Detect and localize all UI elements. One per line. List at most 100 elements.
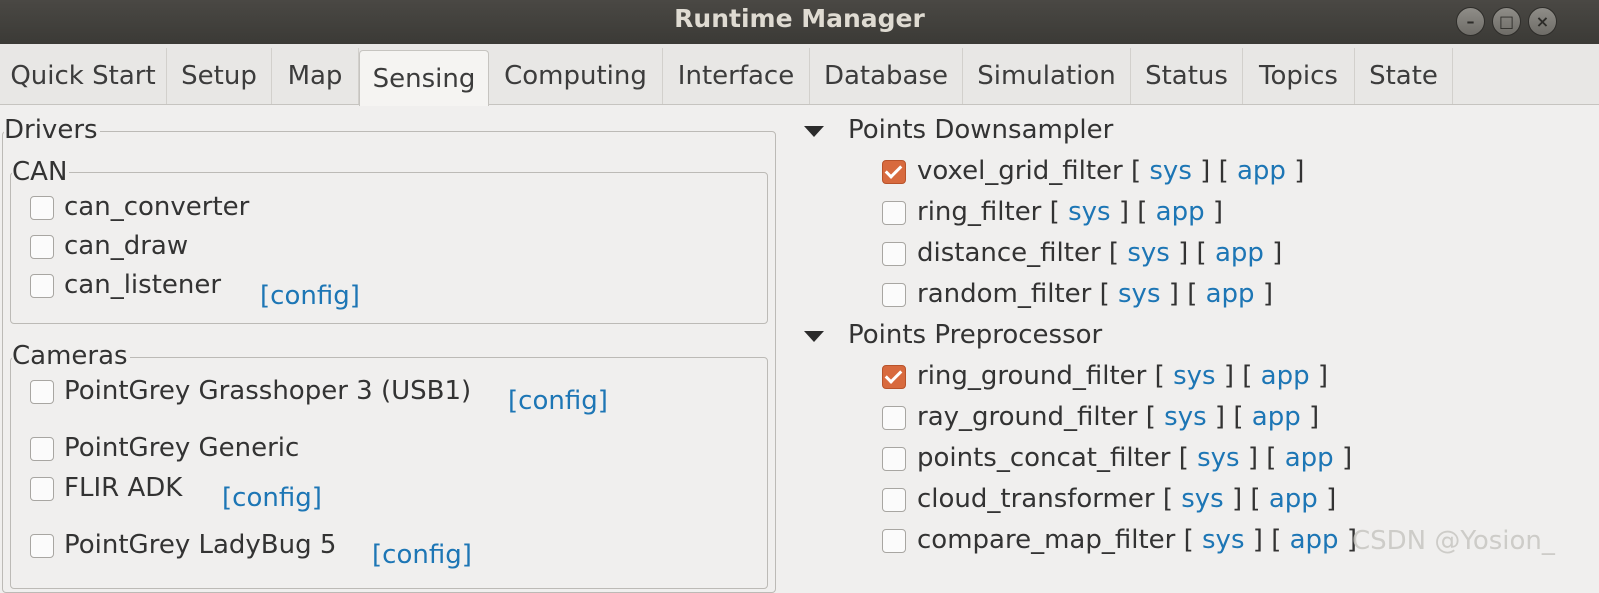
ring-filter-checkbox[interactable] [882, 201, 906, 225]
bracket: ] [1252, 525, 1263, 555]
bracket: ] [1178, 238, 1189, 268]
can-converter-checkbox[interactable] [30, 196, 54, 220]
tab-sensing[interactable]: Sensing [359, 50, 489, 106]
bracket: ] [1317, 361, 1329, 391]
bracket: ] [1308, 402, 1320, 432]
ring-filter-row: ring_filter [ sys ] [ app ] [917, 197, 1223, 227]
distance-filter-label: distance_filter [917, 238, 1101, 268]
random-filter-app-link[interactable]: app [1206, 279, 1255, 309]
compare-map-filter-label: compare_map_filter [917, 525, 1176, 555]
bracket: ] [1341, 443, 1353, 473]
close-icon[interactable]: × [1528, 7, 1557, 36]
bracket: [ [1154, 361, 1165, 391]
distance-filter-app-link[interactable]: app [1215, 238, 1264, 268]
bracket: [ [1187, 279, 1198, 309]
pointgrey-ladybug-label: PointGrey LadyBug 5 [64, 530, 337, 560]
bracket: ] [1232, 484, 1243, 514]
bracket: [ [1108, 238, 1120, 268]
ring-filter-sys-link[interactable]: sys [1068, 197, 1110, 227]
bracket: ] [1168, 279, 1179, 309]
compare-map-filter-checkbox[interactable] [882, 529, 906, 553]
bracket: [ [1183, 525, 1194, 555]
bracket: [ [1218, 156, 1229, 186]
cloud-transformer-checkbox[interactable] [882, 488, 906, 512]
compare-map-filter-row: compare_map_filter [ sys ] [ app ] [917, 525, 1357, 555]
points-concat-filter-checkbox[interactable] [882, 447, 906, 471]
pointgrey-generic-checkbox[interactable] [30, 437, 54, 461]
points-concat-filter-sys-link[interactable]: sys [1197, 443, 1239, 473]
tab-state[interactable]: State [1355, 48, 1453, 104]
tab-database[interactable]: Database [810, 48, 963, 104]
tab-quick-start[interactable]: Quick Start [0, 48, 167, 104]
ray-ground-filter-sys-link[interactable]: sys [1164, 402, 1206, 432]
tab-setup[interactable]: Setup [167, 48, 272, 104]
points-concat-filter-app-link[interactable]: app [1285, 443, 1334, 473]
cloud-transformer-label: cloud_transformer [917, 484, 1155, 514]
bracket: [ [1178, 443, 1189, 473]
tab-topics[interactable]: Topics [1243, 48, 1355, 104]
distance-filter-checkbox[interactable] [882, 242, 906, 266]
ring-ground-filter-row: ring_ground_filter [ sys ] [ app ] [917, 361, 1328, 391]
flir-adk-checkbox[interactable] [30, 477, 54, 501]
random-filter-checkbox[interactable] [882, 283, 906, 307]
distance-filter-sys-link[interactable]: sys [1127, 238, 1169, 268]
can-label: CAN [12, 157, 70, 187]
ring-ground-filter-checkbox[interactable] [882, 365, 906, 389]
voxel-grid-filter-label: voxel_grid_filter [917, 156, 1123, 186]
ring-filter-app-link[interactable]: app [1156, 197, 1205, 227]
points-concat-filter-row: points_concat_filter [ sys ] [ app ] [917, 443, 1352, 473]
can-listener-label: can_listener [64, 270, 222, 300]
maximize-icon[interactable]: □ [1492, 7, 1521, 36]
can-listener-checkbox[interactable] [30, 274, 54, 298]
points-concat-filter-label: points_concat_filter [917, 443, 1171, 473]
voxel-grid-filter-checkbox[interactable] [882, 160, 906, 184]
tab-interface[interactable]: Interface [663, 48, 810, 104]
minimize-icon[interactable]: – [1456, 7, 1485, 36]
ray-ground-filter-label: ray_ground_filter [917, 402, 1138, 432]
tab-simulation[interactable]: Simulation [963, 48, 1131, 104]
voxel-grid-filter-sys-link[interactable]: sys [1149, 156, 1191, 186]
bracket: [ [1099, 279, 1110, 309]
bracket: [ [1196, 238, 1207, 268]
flir-adk-config-link[interactable]: [config] [222, 483, 322, 513]
ray-ground-filter-app-link[interactable]: app [1252, 402, 1301, 432]
voxel-grid-filter-app-link[interactable]: app [1237, 156, 1286, 186]
pointgrey-grasshoper-config-link[interactable]: [config] [508, 386, 608, 416]
bracket: ] [1214, 402, 1226, 432]
bracket: [ [1250, 484, 1261, 514]
pointgrey-grasshoper-label: PointGrey Grasshoper 3 (USB1) [64, 376, 472, 406]
downsampler-title: Points Downsampler [848, 115, 1114, 145]
bracket: [ [1137, 197, 1148, 227]
downsampler-expand-icon[interactable] [804, 126, 824, 137]
bracket: [ [1242, 361, 1253, 391]
cloud-transformer-app-link[interactable]: app [1269, 484, 1318, 514]
pointgrey-grasshoper-checkbox[interactable] [30, 380, 54, 404]
can-listener-config-link[interactable]: [config] [260, 281, 360, 311]
bracket: [ [1233, 402, 1244, 432]
tab-map[interactable]: Map [272, 48, 359, 104]
random-filter-sys-link[interactable]: sys [1118, 279, 1160, 309]
preprocessor-expand-icon[interactable] [804, 331, 824, 342]
cloud-transformer-sys-link[interactable]: sys [1181, 484, 1223, 514]
bracket: ] [1294, 156, 1305, 186]
ring-ground-filter-sys-link[interactable]: sys [1173, 361, 1215, 391]
tab-status[interactable]: Status [1131, 48, 1243, 104]
bracket: ] [1272, 238, 1283, 268]
ray-ground-filter-checkbox[interactable] [882, 406, 906, 430]
can-draw-label: can_draw [64, 231, 189, 261]
compare-map-filter-sys-link[interactable]: sys [1202, 525, 1244, 555]
ring-ground-filter-app-link[interactable]: app [1261, 361, 1310, 391]
bracket: [ [1049, 197, 1060, 227]
cameras-label: Cameras [12, 341, 130, 371]
pointgrey-ladybug-checkbox[interactable] [30, 534, 54, 558]
cloud-transformer-row: cloud_transformer [ sys ] [ app ] [917, 484, 1336, 514]
flir-adk-label: FLIR ADK [64, 473, 183, 503]
bracket: [ [1271, 525, 1282, 555]
tab-computing[interactable]: Computing [489, 48, 663, 104]
pointgrey-generic-label: PointGrey Generic [64, 433, 300, 463]
can-draw-checkbox[interactable] [30, 235, 54, 259]
compare-map-filter-app-link[interactable]: app [1290, 525, 1339, 555]
drivers-label: Drivers [4, 115, 100, 145]
pointgrey-ladybug-config-link[interactable]: [config] [372, 540, 472, 570]
window-title: Runtime Manager [674, 4, 925, 33]
